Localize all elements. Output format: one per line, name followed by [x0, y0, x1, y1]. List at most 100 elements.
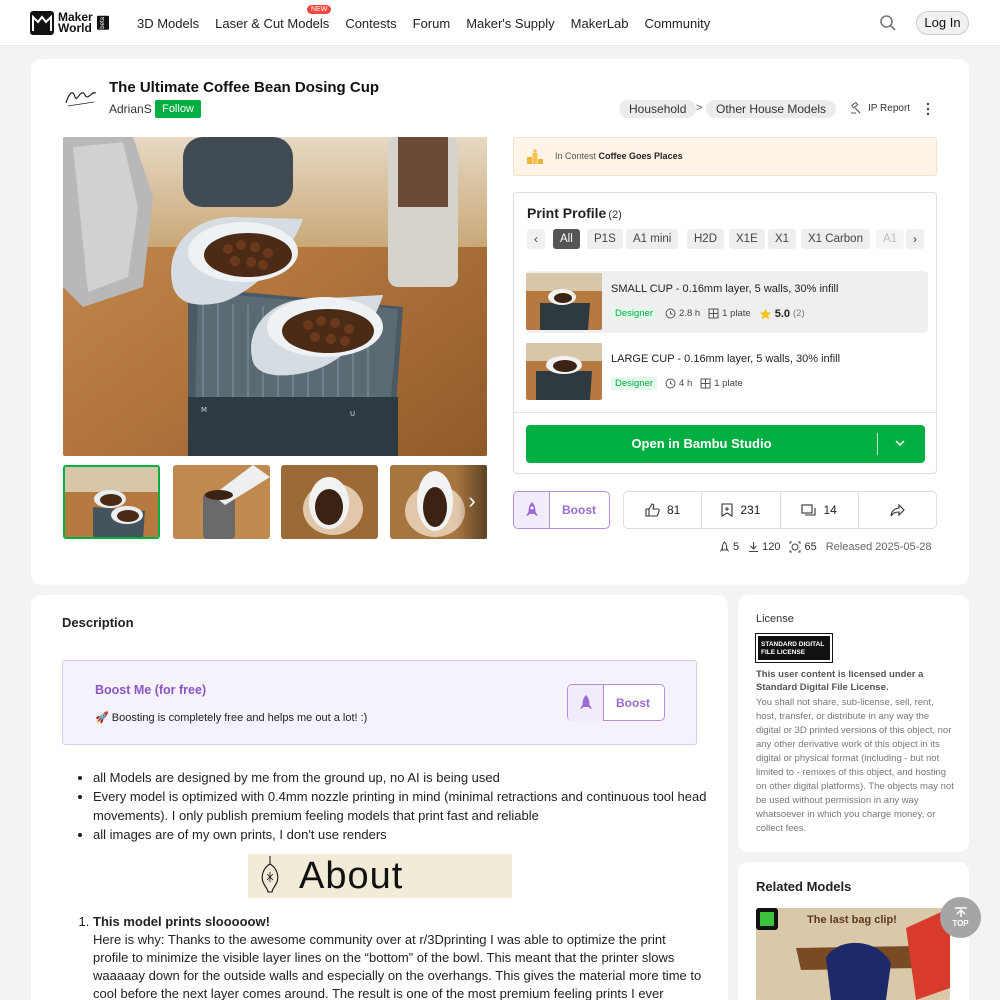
about-banner: About	[248, 854, 512, 898]
nav-community[interactable]: Community	[644, 16, 710, 31]
contest-prefix: In Contest	[555, 151, 597, 161]
main-model-image[interactable]: M U	[63, 137, 487, 456]
thumbnail-2[interactable]	[173, 465, 270, 539]
profile-name: SMALL CUP - 0.16mm layer, 5 walls, 30% i…	[611, 283, 839, 295]
plate-count-value: 1 plate	[714, 378, 743, 389]
profile-thumbnail-image	[526, 273, 602, 330]
nav-laser-cut-models[interactable]: Laser & Cut Models NEW	[215, 5, 332, 31]
thumbnail-next-button[interactable]: ›	[457, 465, 487, 539]
open-button-label: Open in Bambu Studio	[631, 436, 772, 451]
rocket-icon	[526, 502, 538, 516]
profile-meta: Designer 4 h 1 plate	[611, 377, 743, 390]
tab-h2d[interactable]: H2D	[687, 229, 725, 249]
tab-a1-mini[interactable]: A1 mini	[626, 229, 679, 249]
plate-count: 1 plate	[700, 378, 743, 389]
collect-button[interactable]: 231	[702, 492, 781, 528]
boost-count: 5	[719, 541, 739, 553]
thumbnail-1[interactable]	[63, 465, 160, 539]
search-icon[interactable]	[879, 14, 897, 32]
tab-all[interactable]: All	[553, 229, 580, 249]
designer-tag: Designer	[611, 377, 658, 390]
print-time: 4 h	[665, 378, 692, 389]
nav-laser-cut-label: Laser & Cut Models	[215, 16, 330, 31]
profile-tabs-next-button[interactable]: ›	[906, 229, 924, 249]
open-in-bambu-studio-button[interactable]: Open in Bambu Studio	[526, 425, 925, 463]
nav-forum[interactable]: Forum	[413, 16, 451, 31]
ip-report-link[interactable]: IP Report	[850, 102, 910, 114]
comment-count: 14	[823, 503, 837, 517]
podium-icon	[527, 149, 543, 164]
breadcrumb-other-house-models[interactable]: Other House Models	[706, 100, 837, 118]
thumbnail-image	[173, 465, 270, 539]
coffee-cups-photo: M U	[63, 137, 487, 456]
rating-count: (2)	[793, 308, 805, 319]
gavel-icon	[851, 102, 861, 114]
engagement-bar: 81 231 14	[623, 491, 937, 529]
nav-makers-supply[interactable]: Maker's Supply	[466, 16, 554, 31]
like-button[interactable]: 81	[624, 492, 703, 528]
follow-button[interactable]: Follow	[155, 100, 201, 118]
beta-badge: beta	[96, 16, 109, 30]
contest-text: In Contest Coffee Goes Places	[555, 151, 683, 161]
list-item: all images are of my own prints, I don't…	[93, 825, 713, 844]
nav-contests[interactable]: Contests	[345, 16, 396, 31]
rocket-icon	[580, 695, 592, 709]
model-counts: 5 120 65 Released 2025-05-28	[719, 541, 932, 553]
boost-promo-title: Boost Me (for free)	[95, 683, 207, 697]
boost-label: Boost	[562, 503, 596, 517]
comment-button[interactable]: 14	[781, 492, 859, 528]
thumbnail-3[interactable]	[281, 465, 378, 539]
profile-name: LARGE CUP - 0.16mm layer, 5 walls, 30% i…	[611, 353, 841, 365]
print-time: 2.8 h	[665, 308, 700, 319]
breadcrumb-household[interactable]: Household	[619, 100, 697, 118]
share-button[interactable]	[859, 492, 936, 528]
contest-name[interactable]: Coffee Goes Places	[599, 151, 683, 161]
profile-row-small-cup[interactable]: SMALL CUP - 0.16mm layer, 5 walls, 30% i…	[526, 271, 928, 333]
back-to-top-label: TOP	[952, 919, 969, 928]
star-icon	[759, 308, 772, 319]
more-options-icon[interactable]	[924, 102, 932, 116]
plate-icon	[700, 378, 711, 389]
makerworld-logo[interactable]: Maker World beta	[30, 11, 109, 35]
printer-icon	[789, 541, 801, 553]
license-badge[interactable]: STANDARD DIGITAL FILE LICENSE	[755, 633, 833, 663]
boost-count-value: 5	[733, 541, 740, 553]
tab-a1[interactable]: A1	[876, 229, 905, 249]
profile-tabs-prev-button[interactable]: ‹	[527, 229, 545, 249]
collect-count: 231	[740, 503, 761, 517]
boost-icon-box	[514, 492, 550, 528]
clock-icon	[665, 308, 676, 319]
main-nav: 3D Models Laser & Cut Models NEW Contest…	[137, 5, 710, 31]
svg-text:M: M	[201, 406, 207, 414]
tab-x1-carbon[interactable]: X1 Carbon	[801, 229, 870, 249]
license-card: License STANDARD DIGITAL FILE LICENSE Th…	[738, 595, 969, 852]
nav-3d-models[interactable]: 3D Models	[137, 16, 199, 31]
profile-row-large-cup[interactable]: LARGE CUP - 0.16mm layer, 5 walls, 30% i…	[526, 341, 928, 403]
boost-button[interactable]: Boost	[513, 491, 610, 529]
contest-banner[interactable]: In Contest Coffee Goes Places	[513, 137, 937, 176]
new-badge: NEW	[306, 5, 332, 14]
nav-makerlab[interactable]: MakerLab	[571, 16, 629, 31]
license-summary: This user content is licensed under a St…	[756, 669, 924, 693]
breadcrumb-separator: >	[696, 102, 703, 114]
license-label: License	[756, 613, 794, 625]
login-button[interactable]: Log In	[916, 11, 969, 35]
like-count: 81	[666, 503, 681, 517]
back-to-top-button[interactable]: TOP	[940, 897, 981, 938]
about-heading: About	[299, 855, 404, 897]
author-avatar[interactable]	[63, 81, 99, 111]
arrow-up-icon	[954, 907, 967, 917]
rocket-icon	[720, 541, 729, 552]
logo-line-2: World	[58, 21, 92, 35]
list-item: all Models are designed by me from the g…	[93, 768, 713, 787]
boost-promo-button[interactable]: Boost	[567, 684, 665, 721]
lightbulb-icon	[261, 856, 279, 893]
print-profile-count: (2)	[608, 209, 622, 221]
author-name[interactable]: AdrianS	[109, 102, 152, 116]
related-model-thumbnail[interactable]: The last bag clip!	[756, 908, 950, 1000]
tab-p1s[interactable]: P1S	[587, 229, 623, 249]
tab-x1[interactable]: X1	[768, 229, 797, 249]
chevron-down-icon[interactable]	[894, 436, 906, 450]
tab-x1e[interactable]: X1E	[729, 229, 765, 249]
thumbnail-image	[281, 465, 378, 539]
